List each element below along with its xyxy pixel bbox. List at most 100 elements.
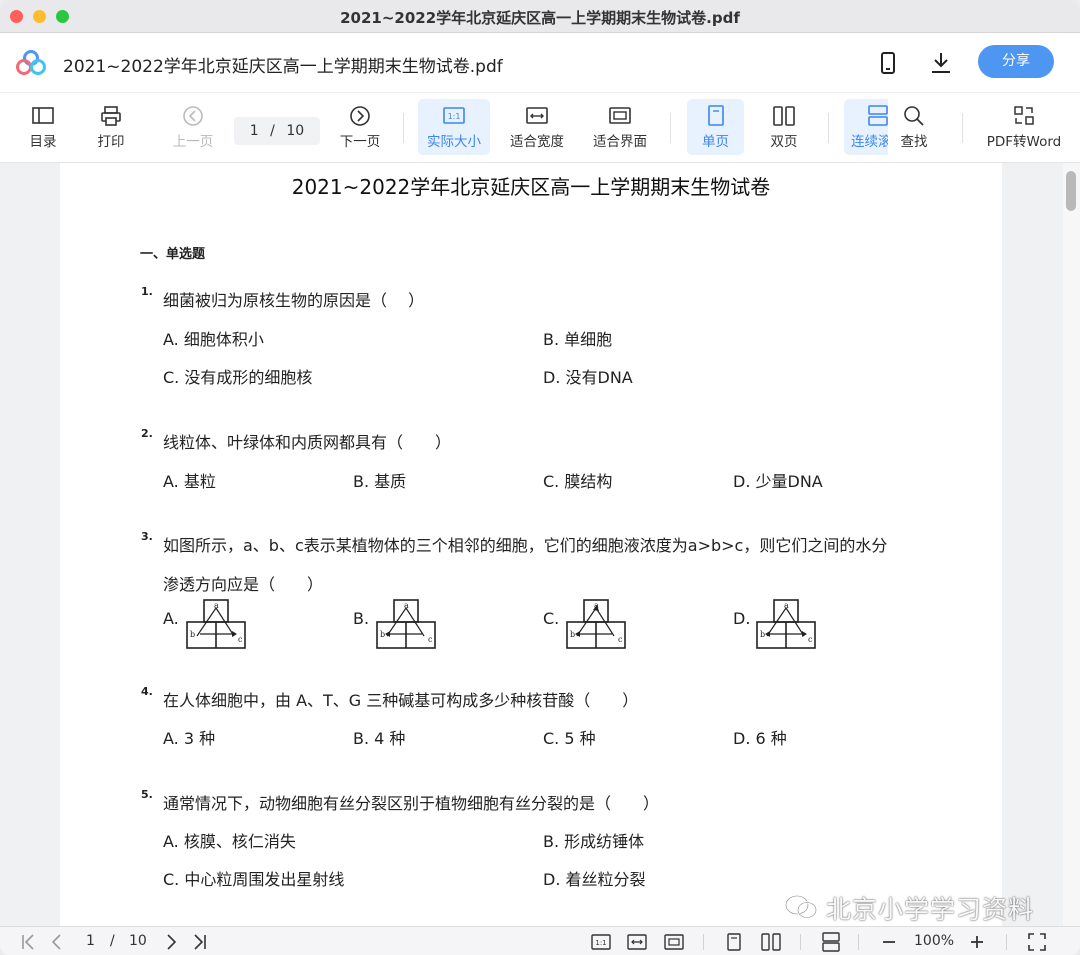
window-title: 2021~2022学年北京延庆区高一上学期期末生物试卷.pdf xyxy=(340,9,740,27)
option: A. 3 种 xyxy=(163,729,216,748)
chevron-left-circle-icon xyxy=(183,106,203,126)
toc-button[interactable]: 目录 xyxy=(22,99,64,155)
label-a: a xyxy=(594,601,599,610)
actual-size-small-button[interactable]: 1:1 xyxy=(590,932,612,952)
fit-width-button[interactable]: 适合宽度 xyxy=(505,99,569,155)
single-page-button[interactable]: 单页 xyxy=(687,99,744,155)
zoom-out-button[interactable] xyxy=(880,932,898,952)
watermark-text: 北京小学学习资料 xyxy=(826,895,1035,924)
zoom-level[interactable]: 100% xyxy=(914,933,954,953)
label-b: b xyxy=(190,630,195,639)
question-text: 在人体细胞中，由 A、T、G 三种碱基可构成多少种核苷酸（ ） xyxy=(163,691,639,710)
find-button[interactable]: 查找 xyxy=(890,99,938,155)
toolbar-divider xyxy=(403,113,404,143)
option: D. 少量DNA xyxy=(733,472,823,491)
next-page-small-button[interactable] xyxy=(162,932,180,952)
question-number: 4. xyxy=(141,685,153,698)
continuous-scroll-icon xyxy=(868,105,888,126)
actual-size-small-icon: 1:1 xyxy=(591,934,611,950)
cell-diagram-b: a b c xyxy=(376,599,436,649)
next-page-label: 下一页 xyxy=(339,134,381,150)
cell-diagram-d: a b c xyxy=(756,599,816,649)
last-page-icon xyxy=(194,934,206,950)
double-page-label: 双页 xyxy=(770,134,798,150)
toolbar-divider xyxy=(670,113,671,143)
question-text: 线粒体、叶绿体和内质网都具有（ ） xyxy=(163,433,452,452)
scrollbar-thumb[interactable] xyxy=(1066,171,1076,211)
page-separator: / xyxy=(270,123,275,139)
actual-size-button[interactable]: 1:1 实际大小 xyxy=(418,99,490,155)
minus-icon xyxy=(883,941,895,943)
question-text-line-2: 渗透方向应是（ ） xyxy=(163,575,324,594)
double-page-small-icon xyxy=(761,933,781,951)
fullscreen-icon xyxy=(1028,933,1046,951)
double-page-icon xyxy=(773,106,795,126)
toolbar-divider xyxy=(828,113,829,143)
fit-width-label: 适合宽度 xyxy=(510,134,564,150)
phone-icon[interactable] xyxy=(873,48,903,78)
question-number: 3. xyxy=(141,530,153,543)
download-icon[interactable] xyxy=(926,48,956,78)
document-viewport[interactable]: 2021~2022学年北京延庆区高一上学期期末生物试卷 一、单选题 1. 细菌被… xyxy=(0,163,1080,926)
first-page-icon xyxy=(22,934,34,950)
status-divider xyxy=(858,934,859,950)
pdf-to-word-button[interactable]: PDF转Word xyxy=(984,99,1064,155)
printer-icon xyxy=(101,106,121,126)
svg-text:1:1: 1:1 xyxy=(448,112,461,121)
status-bar: 1 / 10 1:1 100% xyxy=(0,926,1080,955)
label-b: b xyxy=(760,630,765,639)
status-page-current[interactable]: 1 xyxy=(86,933,95,953)
option: A. 基粒 xyxy=(163,472,216,491)
double-page-small-button[interactable] xyxy=(760,932,782,952)
cell-diagram-c: a b c xyxy=(566,599,626,649)
section-heading: 一、单选题 xyxy=(140,247,206,262)
svg-text:1:1: 1:1 xyxy=(595,939,606,947)
page-total: 10 xyxy=(286,123,305,139)
double-page-button[interactable]: 双页 xyxy=(760,99,808,155)
first-page-button[interactable] xyxy=(20,932,38,952)
label-a: a xyxy=(404,601,409,610)
document-title: 2021~2022学年北京延庆区高一上学期期末生物试卷.pdf xyxy=(63,57,503,77)
fit-width-small-button[interactable] xyxy=(626,932,648,952)
prev-page-button[interactable]: 上一页 xyxy=(168,99,218,155)
page-number-field[interactable]: 1 / 10 xyxy=(234,117,320,145)
label-c: c xyxy=(808,635,813,644)
fullscreen-button[interactable] xyxy=(1027,932,1047,952)
label-c: c xyxy=(618,635,623,644)
convert-icon xyxy=(1014,106,1034,125)
fit-window-button[interactable]: 适合界面 xyxy=(588,99,652,155)
fit-window-small-button[interactable] xyxy=(663,932,685,952)
last-page-button[interactable] xyxy=(190,932,208,952)
print-label: 打印 xyxy=(97,134,125,150)
question-number: 2. xyxy=(141,427,153,440)
scrollbar-track[interactable] xyxy=(1063,163,1080,926)
continuous-scroll-button[interactable]: 连续滚 xyxy=(844,99,888,155)
zoom-in-button[interactable] xyxy=(968,932,986,952)
prev-page-label: 上一页 xyxy=(172,134,214,150)
chevron-left-icon xyxy=(51,934,61,950)
option: C. 中心粒周围发出星射线 xyxy=(163,870,345,889)
app-logo-icon xyxy=(16,50,46,75)
single-page-icon xyxy=(707,105,724,126)
print-button[interactable]: 打印 xyxy=(90,99,132,155)
option: D. 6 种 xyxy=(733,729,787,748)
cell-diagram-a: a b c xyxy=(186,599,246,649)
label-b: b xyxy=(380,630,385,639)
prev-page-small-button[interactable] xyxy=(48,932,66,952)
status-divider xyxy=(800,934,801,950)
toolbar: 目录 打印 上一页 1 / 10 下一页 1:1 实际大小 适合宽度 适合界面 … xyxy=(0,93,1080,163)
option: C. xyxy=(543,609,560,628)
status-page-total: 10 xyxy=(129,933,147,949)
fit-width-icon xyxy=(526,107,548,124)
label-a: a xyxy=(784,601,789,610)
question-text: 如图所示，a、b、c表示某植物体的三个相邻的细胞，它们的细胞液浓度为a>b>c，… xyxy=(163,536,888,555)
chevron-right-icon xyxy=(167,934,177,950)
continuous-scroll-label: 连续滚 xyxy=(851,134,888,150)
continuous-small-button[interactable] xyxy=(820,932,842,952)
option: B. 单细胞 xyxy=(543,330,613,349)
single-page-small-button[interactable] xyxy=(724,932,744,952)
exam-title: 2021~2022学年北京延庆区高一上学期期末生物试卷 xyxy=(291,175,771,199)
question-number: 5. xyxy=(141,788,153,801)
share-button[interactable]: 分享 xyxy=(978,45,1054,78)
next-page-button[interactable]: 下一页 xyxy=(335,99,385,155)
